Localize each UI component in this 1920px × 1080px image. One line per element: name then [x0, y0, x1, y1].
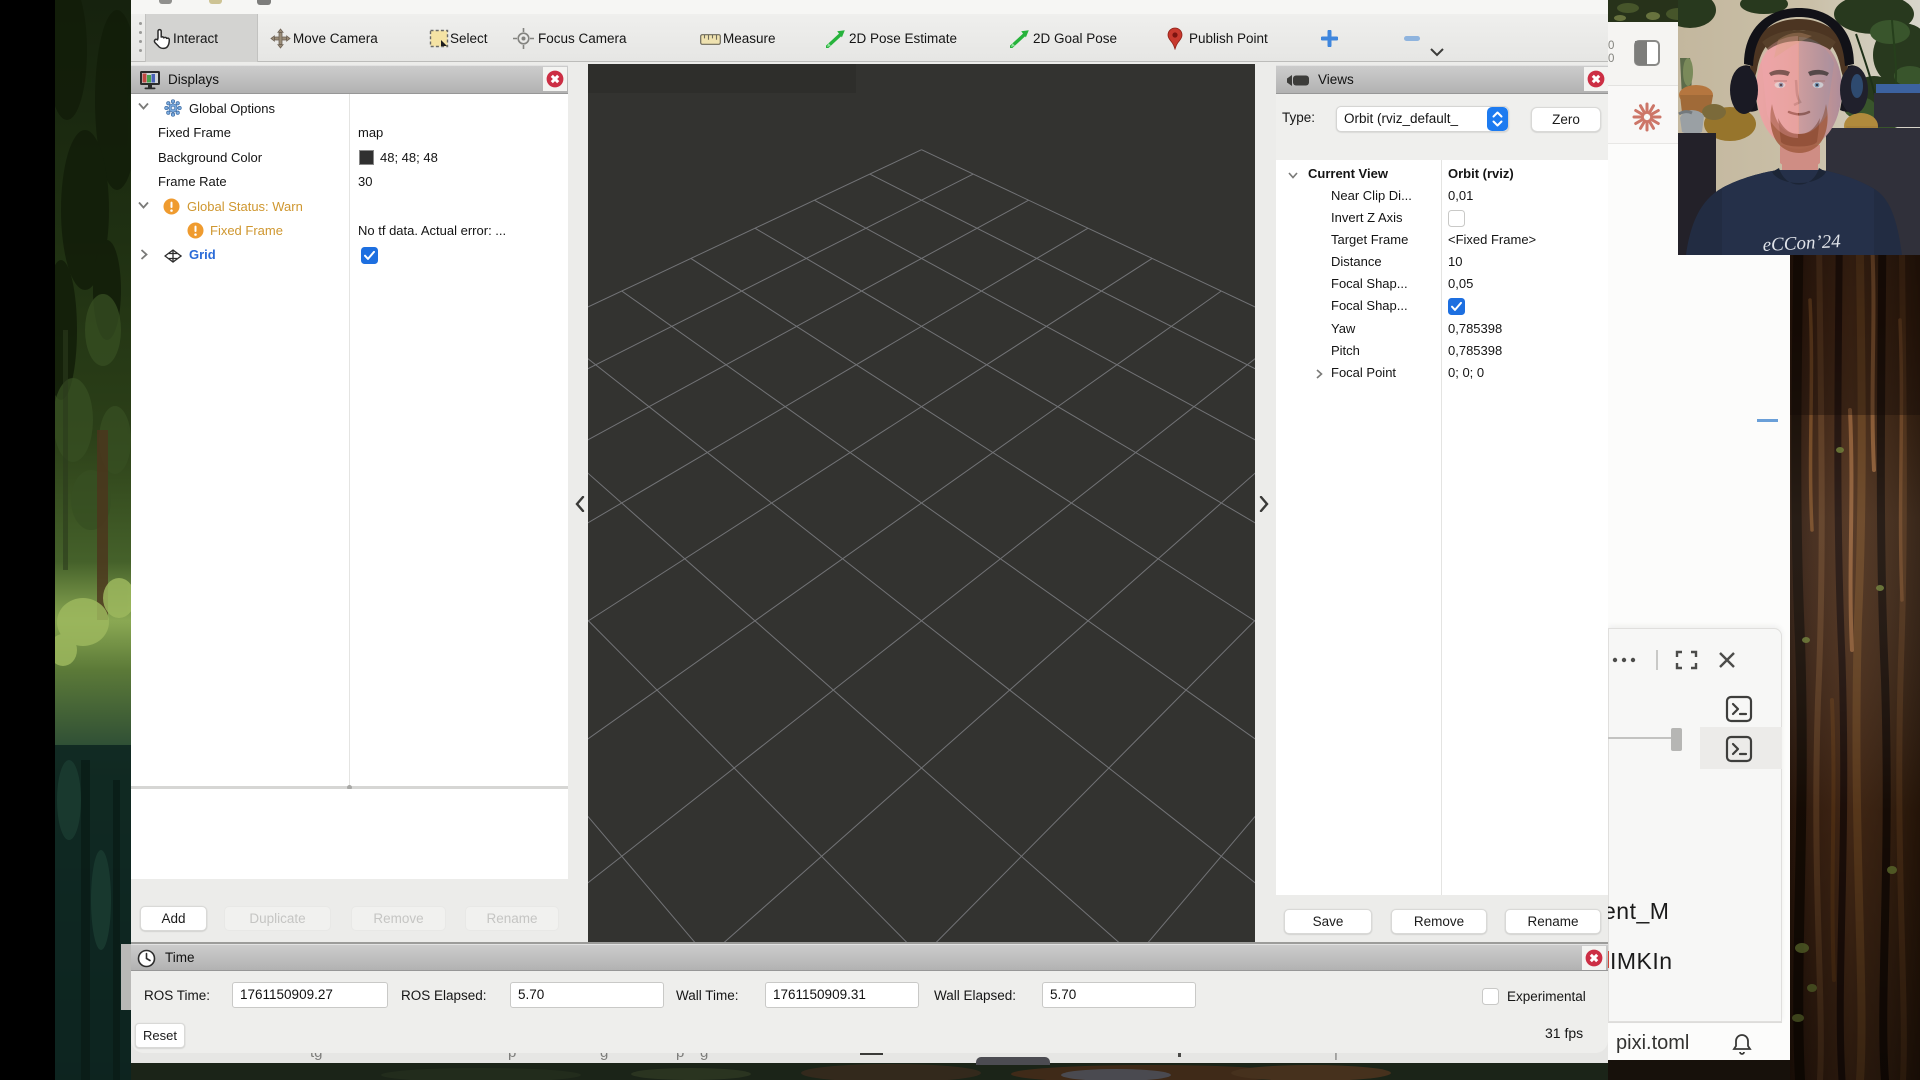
- svg-text:eCCon’24: eCCon’24: [1762, 231, 1842, 255]
